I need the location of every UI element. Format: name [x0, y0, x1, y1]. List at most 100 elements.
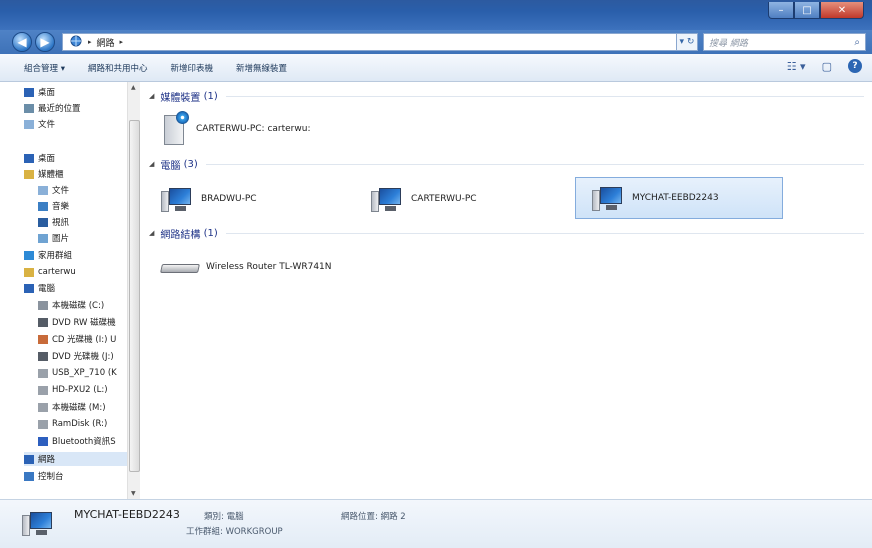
- sidebar-item[interactable]: CD 光碟機 (I:) U: [38, 332, 128, 346]
- sidebar-item-label: 桌面: [38, 154, 56, 164]
- details-category: 類別: 電腦: [204, 512, 244, 522]
- computer-item[interactable]: CARTERWU-PC: [355, 178, 561, 220]
- computer-item[interactable]: BRADWU-PC: [145, 178, 351, 220]
- scrollbar-thumb[interactable]: [129, 120, 140, 472]
- group-title: 電腦: [160, 160, 181, 172]
- sidebar-item[interactable]: 本機磁碟 (M:): [38, 400, 128, 414]
- group-header-media-devices[interactable]: ◢ 媒體裝置 (1): [149, 89, 864, 104]
- sidebar-item-label: 本機磁碟 (C:): [52, 301, 105, 311]
- sidebar-item[interactable]: DVD 光碟機 (J:): [38, 349, 128, 363]
- sidebar-item[interactable]: Bluetooth資訊S: [38, 434, 128, 448]
- local-disk-icon: [38, 300, 48, 310]
- pictures-icon: [38, 233, 48, 243]
- videos-icon: [38, 217, 48, 227]
- sidebar-scrollbar[interactable]: ▲ ▼: [127, 82, 140, 499]
- computer-label: CARTERWU-PC: [411, 194, 477, 204]
- computer-icon: [24, 283, 34, 293]
- back-arrow-icon: ◀: [17, 35, 27, 49]
- sidebar-item[interactable]: carterwu: [24, 265, 128, 279]
- sidebar-item-label: 控制台: [38, 472, 64, 482]
- navigation-bar: ◀ ▶ ▸ 網路 ▸ ▾ ↻ 搜尋 網路 ⌕: [0, 30, 872, 54]
- sidebar-item[interactable]: 視訊: [38, 215, 128, 229]
- usb-drive-icon: [38, 419, 48, 429]
- refresh-button[interactable]: ▾ ↻: [676, 33, 698, 51]
- close-button[interactable]: ✕: [820, 2, 864, 19]
- group-header-computers[interactable]: ◢ 電腦 (3): [149, 157, 864, 172]
- group-title: 媒體裝置: [160, 92, 201, 104]
- minimize-button[interactable]: –: [768, 2, 794, 19]
- collapse-arrow-icon: ◢: [149, 92, 155, 100]
- router-label: Wireless Router TL-WR741N: [206, 262, 332, 272]
- add-printer-button[interactable]: 新增印表機: [171, 62, 214, 74]
- sidebar-item-label: 家用群組: [38, 251, 73, 261]
- network-icon: [69, 35, 83, 50]
- search-input[interactable]: 搜尋 網路 ⌕: [703, 33, 866, 51]
- details-workgroup: 工作群組: WORKGROUP: [186, 527, 283, 537]
- computer-label: BRADWU-PC: [201, 194, 257, 204]
- group-divider: [205, 163, 864, 165]
- sidebar-item-label: 本機磁碟 (M:): [52, 403, 106, 413]
- details-name: MYCHAT-EEBD2243: [74, 508, 180, 521]
- sidebar-item[interactable]: 最近的位置: [24, 101, 128, 115]
- sidebar-item[interactable]: 本機磁碟 (C:): [38, 298, 128, 312]
- group-title: 網路結構: [160, 229, 201, 241]
- computer-item-selected[interactable]: MYCHAT-EEBD2243: [575, 177, 783, 219]
- documents-icon: [38, 185, 48, 195]
- group-count: (3): [183, 158, 198, 170]
- sidebar-item[interactable]: 文件: [24, 117, 128, 131]
- sidebar-item-label: 電腦: [38, 284, 56, 294]
- add-wireless-device-button[interactable]: 新增無線裝置: [236, 62, 287, 74]
- network-icon: [24, 454, 34, 464]
- scroll-down-icon[interactable]: ▼: [131, 490, 136, 497]
- preview-pane-icon[interactable]: ▢: [822, 60, 832, 73]
- sidebar-item[interactable]: 媒體櫃: [24, 167, 128, 181]
- computer-icon: [592, 185, 625, 212]
- sidebar-item[interactable]: DVD RW 磁碟機: [38, 315, 128, 329]
- forward-button[interactable]: ▶: [35, 32, 55, 52]
- navigation-pane: 桌面 最近的位置 文件 桌面 媒體櫃 文件 音樂 視訊 圖片 家用群組 carterwu 電腦 本機磁碟…: [0, 82, 140, 499]
- recent-places-icon: [24, 103, 34, 113]
- sidebar-item[interactable]: 電腦: [24, 281, 128, 295]
- computer-label: MYCHAT-EEBD2243: [632, 193, 719, 203]
- desktop-icon: [24, 87, 34, 97]
- help-icon[interactable]: ?: [848, 59, 862, 73]
- sidebar-item-label: HD-PXU2 (L:): [52, 385, 108, 395]
- media-server-icon: [161, 111, 189, 147]
- title-bar: – □ ✕: [0, 0, 872, 30]
- sidebar-item[interactable]: RamDisk (R:): [38, 417, 128, 431]
- back-button[interactable]: ◀: [12, 32, 32, 52]
- address-bar[interactable]: ▸ 網路 ▸: [62, 33, 685, 51]
- homegroup-icon: [24, 250, 34, 260]
- group-header-network-infrastructure[interactable]: ◢ 網路結構 (1): [149, 226, 864, 241]
- sidebar-item[interactable]: HD-PXU2 (L:): [38, 383, 128, 397]
- sidebar-item[interactable]: 家用群組: [24, 248, 128, 262]
- media-device-label: CARTERWU-PC: carterwu:: [196, 124, 311, 134]
- network-sharing-center-button[interactable]: 網路和共用中心: [88, 62, 148, 74]
- sidebar-item[interactable]: 桌面: [24, 85, 128, 99]
- search-placeholder: 搜尋 網路: [709, 38, 748, 49]
- forward-arrow-icon: ▶: [40, 35, 50, 49]
- sidebar-item[interactable]: 圖片: [38, 231, 128, 245]
- sidebar-item-label: 文件: [52, 186, 70, 196]
- dvd-drive-icon: [38, 317, 48, 327]
- cd-drive-icon: [38, 334, 48, 344]
- scroll-up-icon[interactable]: ▲: [131, 84, 136, 91]
- sidebar-item[interactable]: 桌面: [24, 151, 128, 165]
- breadcrumb-network[interactable]: 網路: [97, 36, 115, 49]
- documents-icon: [24, 119, 34, 129]
- router-item[interactable]: Wireless Router TL-WR741N: [145, 246, 365, 288]
- collapse-arrow-icon: ◢: [149, 160, 155, 168]
- maximize-button[interactable]: □: [794, 2, 820, 19]
- organize-menu[interactable]: 組合管理 ▾: [24, 62, 65, 74]
- sidebar-item[interactable]: 網路: [24, 452, 128, 466]
- media-device-item[interactable]: CARTERWU-PC: carterwu:: [145, 108, 345, 150]
- sidebar-item[interactable]: USB_XP_710 (K: [38, 366, 128, 380]
- view-options-icon[interactable]: ☷ ▾: [787, 60, 806, 73]
- dvd-drive-icon: [38, 351, 48, 361]
- sidebar-item-label: DVD RW 磁碟機: [52, 318, 116, 328]
- sidebar-item[interactable]: 控制台: [24, 469, 128, 483]
- sidebar-item[interactable]: 文件: [38, 183, 128, 197]
- group-count: (1): [203, 90, 218, 102]
- content-pane: ◢ 媒體裝置 (1) CARTERWU-PC: carterwu: ◢ 電腦 (…: [141, 82, 872, 499]
- sidebar-item[interactable]: 音樂: [38, 199, 128, 213]
